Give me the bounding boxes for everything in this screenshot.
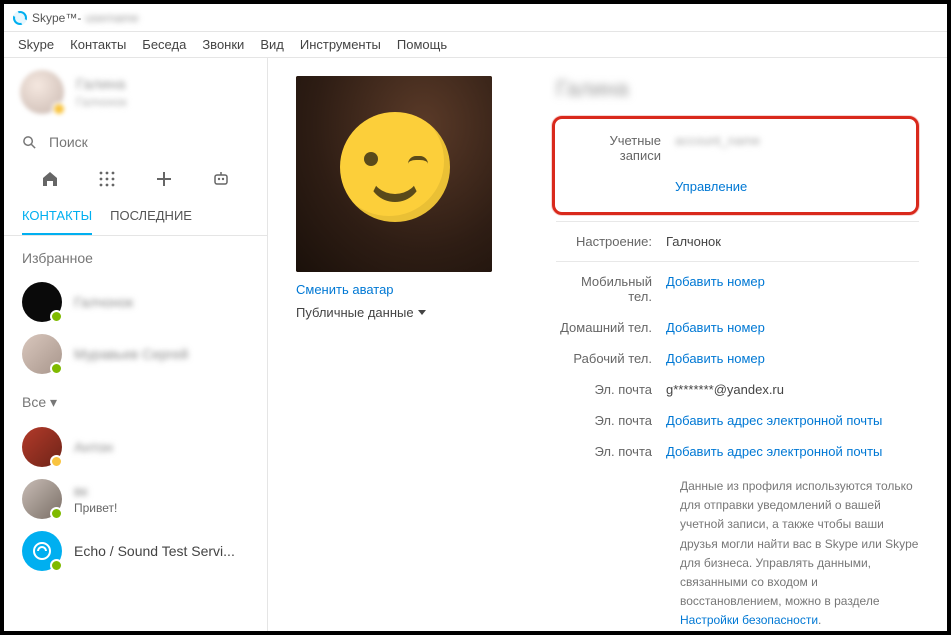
- titlebar: Skype™ - username: [4, 4, 947, 32]
- menu-help[interactable]: Помощь: [389, 33, 455, 56]
- add-icon[interactable]: [153, 168, 175, 190]
- avatar: [22, 427, 62, 467]
- sidebar: Галина Галчонок Поиск КОНТАКТЫ ПОСЛЕДНИЕ…: [4, 58, 268, 631]
- tab-contacts[interactable]: КОНТАКТЫ: [22, 200, 92, 235]
- menu-contacts[interactable]: Контакты: [62, 33, 134, 56]
- avatar: [22, 479, 62, 519]
- home-label: Домашний тел.: [556, 320, 666, 335]
- accounts-label: Учетные записи: [565, 133, 675, 163]
- sidebar-tabs: КОНТАКТЫ ПОСЛЕДНИЕ: [4, 196, 267, 236]
- status-online-icon: [50, 507, 63, 520]
- menu-view[interactable]: Вид: [252, 33, 292, 56]
- security-settings-link[interactable]: Настройки безопасности: [680, 613, 818, 627]
- me-row[interactable]: Галина Галчонок: [4, 58, 267, 126]
- search-icon: [22, 135, 37, 150]
- contact-row[interactable]: Муравьев Сергей: [4, 328, 267, 380]
- profile-panel: Сменить аватар Публичные данные Галина У…: [268, 58, 947, 631]
- app-name: Skype™: [32, 11, 77, 25]
- work-label: Рабочий тел.: [556, 351, 666, 366]
- menubar: Skype Контакты Беседа Звонки Вид Инструм…: [4, 32, 947, 58]
- status-online-icon: [50, 310, 63, 323]
- avatar: [22, 282, 62, 322]
- contact-name: Антон: [74, 439, 113, 455]
- menu-calls[interactable]: Звонки: [194, 33, 252, 56]
- profile-name: Галина: [556, 76, 919, 102]
- avatar: [22, 334, 62, 374]
- add-email2-link[interactable]: Добавить адрес электронной почты: [666, 413, 882, 428]
- me-name: Галина: [76, 76, 127, 93]
- email1-value: g********@yandex.ru: [666, 382, 784, 397]
- title-user: username: [85, 11, 138, 25]
- add-mobile-link[interactable]: Добавить номер: [666, 274, 765, 304]
- email1-label: Эл. почта: [556, 382, 666, 397]
- status-away-icon: [52, 102, 66, 116]
- section-favorites: Избранное: [4, 236, 267, 276]
- chevron-down-icon: [418, 310, 426, 315]
- search-input[interactable]: Поиск: [4, 126, 267, 158]
- contact-name: Echo / Sound Test Servi...: [74, 543, 235, 559]
- public-data-dropdown[interactable]: Публичные данные: [296, 305, 492, 320]
- dialpad-icon[interactable]: [96, 168, 118, 190]
- nav-icons: [4, 158, 267, 196]
- menu-tools[interactable]: Инструменты: [292, 33, 389, 56]
- status-online-icon: [50, 362, 63, 375]
- section-all[interactable]: Все ▾: [4, 380, 267, 421]
- profile-note: Данные из профиля используются только дл…: [556, 467, 919, 631]
- manage-link[interactable]: Управление: [675, 179, 747, 194]
- contact-name: Муравьев Сергей: [74, 346, 188, 362]
- status-away-icon: [50, 455, 63, 468]
- email3-label: Эл. почта: [556, 444, 666, 459]
- me-status: Галчонок: [76, 95, 127, 109]
- profile-avatar[interactable]: [296, 76, 492, 272]
- mood-value[interactable]: Галчонок: [666, 234, 721, 249]
- contact-row[interactable]: Антон: [4, 421, 267, 473]
- email2-label: Эл. почта: [556, 413, 666, 428]
- contact-name: Галчонок: [74, 294, 133, 310]
- contact-row[interactable]: вк Привет!: [4, 473, 267, 525]
- status-online-icon: [50, 559, 63, 572]
- highlight-accounts: Учетные записи account_name Управление: [552, 116, 919, 215]
- add-home-link[interactable]: Добавить номер: [666, 320, 765, 335]
- menu-skype[interactable]: Skype: [10, 33, 62, 56]
- home-icon[interactable]: [39, 168, 61, 190]
- change-avatar-link[interactable]: Сменить аватар: [296, 282, 492, 297]
- add-email3-link[interactable]: Добавить адрес электронной почты: [666, 444, 882, 459]
- contact-name: вк: [74, 483, 117, 499]
- search-placeholder: Поиск: [49, 134, 88, 150]
- mobile-label: Мобильный тел.: [556, 274, 666, 304]
- contact-row[interactable]: Галчонок: [4, 276, 267, 328]
- skype-logo-icon: [12, 10, 28, 26]
- contact-message: Привет!: [74, 501, 117, 515]
- mood-label: Настроение:: [556, 234, 666, 249]
- bot-icon[interactable]: [210, 168, 232, 190]
- contact-row-echo[interactable]: Echo / Sound Test Servi...: [4, 525, 267, 577]
- menu-conversation[interactable]: Беседа: [134, 33, 194, 56]
- accounts-value: account_name: [675, 133, 760, 163]
- me-avatar[interactable]: [20, 70, 64, 114]
- tab-recent[interactable]: ПОСЛЕДНИЕ: [110, 200, 192, 235]
- wink-emoji-icon: [340, 112, 450, 222]
- avatar: [22, 531, 62, 571]
- add-work-link[interactable]: Добавить номер: [666, 351, 765, 366]
